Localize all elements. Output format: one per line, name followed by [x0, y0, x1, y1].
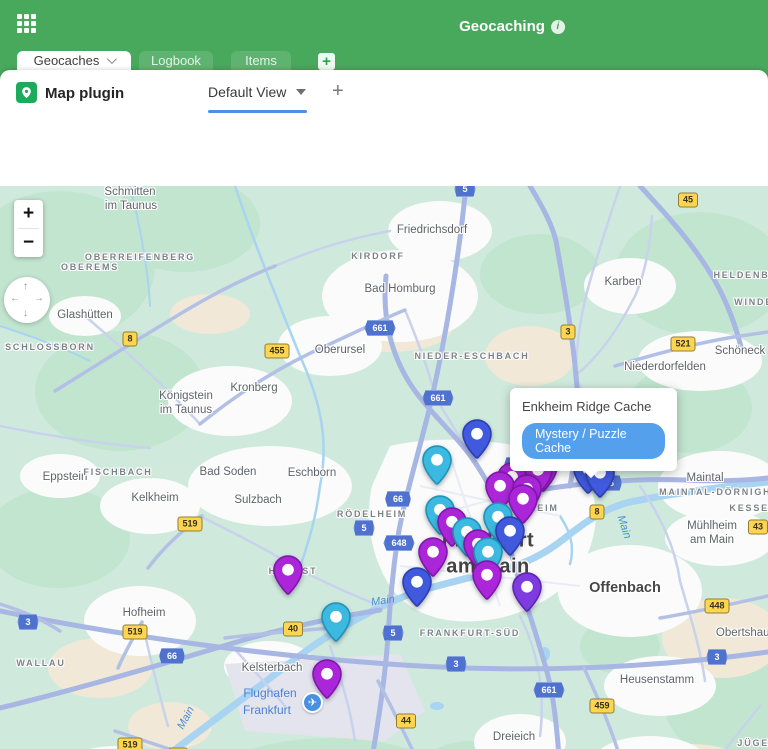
cache-type-badge[interactable]: Mystery / Puzzle Cache	[522, 423, 665, 459]
active-view-underline	[208, 110, 307, 113]
pan-right-icon[interactable]: →	[34, 293, 44, 304]
chevron-down-icon	[296, 89, 307, 95]
apps-grid-icon[interactable]	[17, 14, 36, 33]
airport-icon: ✈	[302, 692, 323, 713]
tab-logbook[interactable]: Logbook	[139, 51, 213, 70]
map-pin-purple[interactable]	[273, 555, 303, 595]
pan-control[interactable]: ↑ ↓ ← →	[4, 277, 50, 323]
map-canvas[interactable]: ✈ + − ↑ ↓ ← → Schmitten im Taunus Friedric…	[0, 186, 768, 749]
app-header: Geocaching i Geocaches Logbook Items +	[0, 0, 768, 80]
map-pin-purple[interactable]	[472, 560, 502, 600]
info-icon[interactable]: i	[550, 19, 565, 34]
view-tab-default[interactable]: Default View	[208, 84, 307, 100]
view-toolbar: Map plugin Default View +	[0, 70, 768, 116]
map-pin-violet[interactable]	[512, 572, 542, 612]
map-pin-blue[interactable]	[402, 567, 432, 607]
chevron-down-icon	[107, 54, 118, 65]
map-pin-cyan[interactable]	[321, 602, 351, 642]
tab-items[interactable]: Items	[231, 51, 291, 70]
zoom-in-button[interactable]: +	[14, 200, 43, 228]
map-pin-icon	[16, 82, 37, 103]
content-panel: Map plugin Default View + ✈ + − ↑ ↓ ← → …	[0, 70, 768, 749]
cache-title: Enkheim Ridge Cache	[522, 399, 652, 414]
map-pin-cyan[interactable]	[422, 445, 452, 485]
cache-tooltip: Enkheim Ridge Cache Mystery / Puzzle Cac…	[510, 388, 677, 479]
pan-left-icon[interactable]: ←	[10, 293, 20, 304]
pan-up-icon[interactable]: ↑	[23, 281, 28, 292]
zoom-control: + −	[14, 200, 43, 257]
tab-geocaches[interactable]: Geocaches	[17, 51, 131, 70]
page-title: Geocaching i	[459, 18, 565, 35]
pan-down-icon[interactable]: ↓	[23, 308, 28, 319]
map-pin-blue[interactable]	[462, 419, 492, 459]
add-table-button[interactable]: +	[318, 53, 335, 70]
add-view-button[interactable]: +	[332, 80, 344, 103]
plugin-name: Map plugin	[45, 85, 125, 102]
zoom-out-button[interactable]: −	[14, 229, 43, 257]
